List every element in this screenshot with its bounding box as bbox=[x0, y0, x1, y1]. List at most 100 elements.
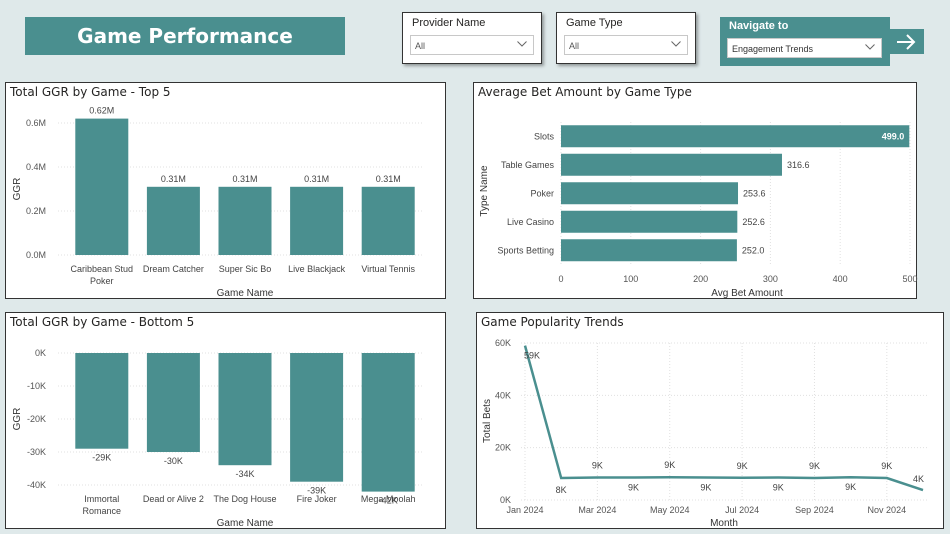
top5-xtick-label: Super Sic Bo bbox=[219, 264, 272, 274]
bottom5-xtick-label: Mega Moolah bbox=[361, 494, 416, 504]
avgbet-ylabel: Type Name bbox=[479, 165, 490, 217]
bottom5-bar bbox=[218, 353, 272, 466]
avgbet-data-label: 316.6 bbox=[787, 160, 810, 170]
bottom5-data-label: -30K bbox=[164, 456, 183, 466]
provider-name-label: Provider Name bbox=[412, 17, 486, 29]
popularity-data-label: 4K bbox=[913, 474, 924, 484]
avgbet-xtick-label: 100 bbox=[623, 274, 638, 284]
top5-ylabel: GGR bbox=[12, 178, 23, 201]
avgbet-bar bbox=[561, 182, 739, 205]
popularity-data-label: 9K bbox=[773, 482, 784, 492]
bottom5-xtick-label: Romance bbox=[83, 506, 122, 516]
game-type-dropdown[interactable]: All bbox=[564, 35, 688, 55]
avgbet-xtick-label: 200 bbox=[693, 274, 708, 284]
bottom5-xtick-label: Fire Joker bbox=[297, 494, 337, 504]
avgbet-xtick-label: 0 bbox=[558, 274, 563, 284]
bottom5-data-label: -29K bbox=[92, 453, 111, 463]
popularity-xtick-label: Jul 2024 bbox=[725, 505, 759, 515]
top5-data-label: 0.31M bbox=[304, 174, 329, 184]
popularity-data-label: 9K bbox=[881, 461, 892, 471]
popularity-xtick-label: Nov 2024 bbox=[868, 505, 907, 515]
provider-name-value: All bbox=[415, 41, 426, 51]
provider-name-dropdown[interactable]: All bbox=[410, 35, 534, 55]
top5-xtick-label: Caribbean Stud bbox=[71, 264, 134, 274]
avgbet-xlabel: Avg Bet Amount bbox=[711, 288, 783, 299]
popularity-xlabel: Month bbox=[710, 518, 738, 529]
avgbet-xtick-label: 500 bbox=[902, 274, 917, 284]
avgbet-bar bbox=[561, 153, 782, 176]
bottom5-xtick-label: The Dog House bbox=[213, 494, 276, 504]
popularity-data-label: 9K bbox=[809, 461, 820, 471]
avgbet-chart-panel: Average Bet Amount by Game Type 0 100 200 3… bbox=[473, 82, 918, 299]
bottom5-bar bbox=[290, 353, 344, 482]
popularity-ytick-label: 60K bbox=[495, 338, 511, 348]
bottom5-xlabel: Game Name bbox=[217, 518, 274, 529]
top5-ytick-label: 0.4M bbox=[26, 162, 46, 172]
bottom5-ytick-label: -40K bbox=[27, 480, 46, 490]
avgbet-ytick-label: Slots bbox=[534, 131, 555, 141]
bottom5-chart-panel: Total GGR by Game - Bottom 5 0K -10K -20K -… bbox=[5, 312, 446, 529]
chevron-down-icon bbox=[517, 41, 527, 47]
avgbet-ytick-label: Table Games bbox=[501, 160, 555, 170]
page-title: Game Performance bbox=[25, 17, 345, 55]
bottom5-ylabel: GGR bbox=[12, 408, 23, 431]
provider-name-slicer: Provider Name All bbox=[402, 12, 542, 64]
top5-chart: 0.0M 0.2M 0.4M 0.6M 0.62M Caribbean Stud Poker… bbox=[12, 106, 424, 299]
popularity-data-label: 9K bbox=[628, 482, 639, 492]
navigate-dropdown[interactable]: Engagement Trends bbox=[727, 38, 882, 58]
avgbet-data-label: 252.6 bbox=[742, 217, 765, 227]
chevron-down-icon bbox=[671, 41, 681, 47]
popularity-data-label: 9K bbox=[592, 460, 603, 470]
avgbet-data-label: 252.0 bbox=[742, 245, 765, 255]
popularity-ytick-label: 20K bbox=[495, 443, 511, 453]
top5-bar bbox=[75, 118, 129, 255]
avgbet-bar bbox=[561, 210, 738, 233]
top5-xtick-label: Dream Catcher bbox=[143, 264, 204, 274]
popularity-data-label: 9K bbox=[845, 482, 856, 492]
top5-data-label: 0.62M bbox=[89, 106, 114, 116]
avgbet-ytick-label: Poker bbox=[530, 188, 554, 198]
popularity-ylabel: Total Bets bbox=[482, 399, 493, 443]
avgbet-bar bbox=[561, 125, 910, 148]
game-type-value: All bbox=[569, 41, 580, 51]
bottom5-xtick-label: Dead or Alive 2 bbox=[143, 494, 204, 504]
bottom5-ytick-label: -30K bbox=[27, 447, 46, 457]
top5-bar bbox=[218, 186, 272, 255]
popularity-ytick-label: 0K bbox=[500, 495, 511, 505]
avgbet-xtick-label: 400 bbox=[833, 274, 848, 284]
avgbet-ytick-label: Live Casino bbox=[507, 217, 554, 227]
top5-data-label: 0.31M bbox=[376, 174, 401, 184]
popularity-xtick-label: Jan 2024 bbox=[506, 505, 543, 515]
top5-xtick-label: Live Blackjack bbox=[288, 264, 346, 274]
popularity-xtick-label: May 2024 bbox=[650, 505, 690, 515]
bottom5-data-label: -34K bbox=[235, 469, 254, 479]
popularity-series-line bbox=[523, 345, 924, 492]
top5-data-label: 0.31M bbox=[232, 174, 257, 184]
navigate-button[interactable] bbox=[888, 29, 924, 54]
top5-bar bbox=[146, 186, 200, 255]
top5-ytick-label: 0.2M bbox=[26, 206, 46, 216]
bottom5-chart: 0K -10K -20K -30K -40K -29K Immortal Romance -30… bbox=[12, 348, 424, 529]
top5-xlabel: Game Name bbox=[217, 288, 274, 299]
top5-xtick-label: Virtual Tennis bbox=[361, 264, 415, 274]
top5-data-label: 0.31M bbox=[161, 174, 186, 184]
bottom5-bar bbox=[146, 353, 200, 452]
popularity-xtick-label: Sep 2024 bbox=[795, 505, 834, 515]
avgbet-chart: 0 100 200 300 400 500 Slots 499.0 Table Games 316… bbox=[479, 122, 918, 299]
popularity-data-label: 59K bbox=[524, 351, 540, 361]
avgbet-ytick-label: Sports Betting bbox=[497, 245, 554, 255]
avgbet-xtick-label: 300 bbox=[763, 274, 778, 284]
navigate-label: Navigate to bbox=[729, 20, 789, 32]
popularity-data-label: 9K bbox=[700, 482, 711, 492]
navigate-value: Engagement Trends bbox=[732, 44, 814, 54]
game-type-slicer: Game Type All bbox=[556, 12, 696, 64]
top5-xtick-label: Poker bbox=[90, 276, 114, 286]
popularity-data-label: 8K bbox=[556, 485, 567, 495]
arrow-right-icon bbox=[897, 33, 916, 50]
top5-ytick-label: 0.0M bbox=[26, 250, 46, 260]
popularity-chart: 0K 20K 40K 60K Jan 2024 Mar 2024 May 2024 Jul 2… bbox=[482, 338, 929, 529]
chevron-down-icon bbox=[865, 44, 875, 50]
bottom5-ytick-label: -20K bbox=[27, 414, 46, 424]
top5-chart-panel: Total GGR by Game - Top 5 0.0M 0.2M 0.4M 0.… bbox=[5, 82, 446, 299]
avgbet-bar bbox=[561, 239, 737, 262]
